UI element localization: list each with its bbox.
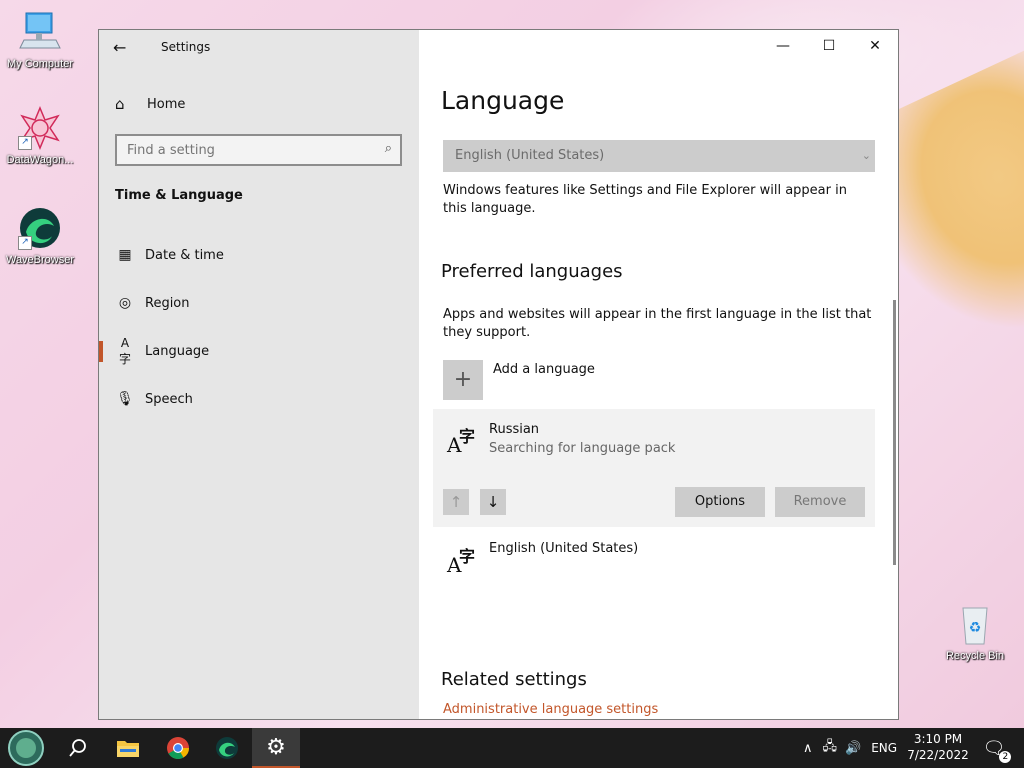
gear-icon: ⚙ [266,734,286,760]
sidebar-item-label: Speech [145,391,193,407]
taskbar-chrome[interactable] [154,728,202,768]
globe-icon: ◎ [118,295,132,311]
sidebar-item-speech[interactable]: 🎙 Speech [99,382,419,416]
notification-icon: 🗨 2 [983,738,1012,763]
desktop-icon-label: Recycle Bin [945,650,1005,662]
display-language-dropdown[interactable]: English (United States) ⌄ [443,140,875,172]
chevron-down-icon: ⌄ [861,149,871,162]
folder-icon [117,741,139,757]
sidebar-item-label: Home [147,96,186,112]
sidebar-item-language[interactable]: A字 Language [99,334,419,368]
desktop-icon-wavebrowser[interactable]: ↗ WaveBrowser [0,206,80,266]
shortcut-arrow-icon: ↗ [18,136,32,150]
language-indicator[interactable]: ENG [871,741,897,755]
shortcut-arrow-icon: ↗ [18,236,32,250]
plus-icon: + [443,360,483,400]
search-icon: ⌕ [384,141,392,156]
clock-date: 7/22/2022 [907,748,969,762]
recycle-bin-icon: ♻ [953,602,997,646]
computer-icon [18,10,62,54]
volume-icon[interactable]: 🔊 [845,741,861,756]
taskbar-file-explorer[interactable] [104,728,152,768]
desktop-icon-recycle-bin[interactable]: ♻ Recycle Bin [935,602,1015,662]
desktop-icon-my-computer[interactable]: My Computer [0,10,80,70]
preferred-languages-title: Preferred languages [441,261,623,282]
section-title: Time & Language [115,188,243,203]
svg-text:♻: ♻ [969,620,982,636]
chevron-up-icon[interactable]: ∧ [803,741,813,756]
calendar-clock-icon: ▦ [118,247,132,263]
language-name: Russian [489,422,540,437]
options-button[interactable]: Options [675,487,765,517]
chrome-icon [167,737,189,759]
desktop-icon-label: DataWagon... [6,154,74,166]
search-input[interactable] [117,136,369,164]
clock-time: 3:10 PM [913,732,963,746]
arrow-down-icon: ↓ [486,493,500,511]
network-icon[interactable]: 🖧 [823,737,838,759]
search-button[interactable] [54,728,102,768]
back-arrow-icon[interactable]: ← [113,38,135,57]
sidebar-item-label: Region [145,295,190,311]
taskbar-wavebrowser[interactable] [203,728,251,768]
display-language-description: Windows features like Settings and File … [443,183,847,216]
notification-badge: 2 [999,750,1012,763]
taskbar: ⚙ ∧ 🖧 🔊 ENG 3:10 PM 7/22/2022 🗨 2 [0,728,1024,768]
sidebar-item-date-time[interactable]: ▦ Date & time [99,238,419,272]
action-center-button[interactable]: 🗨 2 [970,728,1018,768]
arrow-up-icon: ↑ [449,493,463,511]
start-button[interactable] [2,728,50,768]
search-box[interactable]: ⌕ [115,134,402,166]
desktop-icon-datawagon[interactable]: ↗ DataWagon... [0,106,80,166]
language-icon: A字 [447,547,476,577]
sidebar-item-label: Date & time [145,247,224,263]
dropdown-value: English (United States) [455,148,605,163]
language-item-english[interactable]: English (United States) [489,541,638,556]
close-button[interactable]: ✕ [852,30,898,62]
wavebrowser-icon [216,737,238,759]
main-content: — ☐ ✕ Language English (United States) ⌄… [419,30,898,719]
clock[interactable]: 3:10 PM 7/22/2022 [906,731,970,763]
system-tray: ∧ 🖧 🔊 ENG [803,728,897,768]
desktop-icon-label: WaveBrowser [5,254,75,266]
taskbar-settings[interactable]: ⚙ [252,728,300,768]
settings-window: ← Settings ⌂ Home ⌕ Time & Language ▦ Da… [98,29,899,720]
wavebrowser-icon: ↗ [18,206,62,250]
move-up-button[interactable]: ↑ [443,489,469,515]
page-title: Language [441,86,565,115]
desktop-icon-label: My Computer [6,58,74,70]
sidebar-item-region[interactable]: ◎ Region [99,286,419,320]
minimize-button[interactable]: — [760,30,806,62]
language-icon: A字 [447,427,476,457]
language-status: Searching for language pack [489,441,676,456]
window-title: Settings [161,40,211,54]
start-orb-icon [8,730,44,766]
sidebar-item-home[interactable]: ⌂ Home [115,94,185,114]
move-down-button[interactable]: ↓ [480,489,506,515]
search-icon [69,739,86,757]
datawagon-icon: ↗ [18,106,62,150]
related-settings-title: Related settings [441,669,587,690]
language-item-russian[interactable]: A字 Russian Searching for language pack ↑… [433,409,875,527]
sidebar: ← Settings ⌂ Home ⌕ Time & Language ▦ Da… [99,30,419,719]
add-language-button[interactable]: + Add a language [443,360,595,400]
preferred-languages-description: Apps and websites will appear in the fir… [443,307,872,340]
add-language-label: Add a language [493,362,595,377]
language-icon: A字 [118,335,131,366]
remove-button[interactable]: Remove [775,487,865,517]
sidebar-item-label: Language [145,343,210,359]
maximize-button[interactable]: ☐ [806,30,852,62]
microphone-icon: 🎙 [116,391,134,407]
scrollbar[interactable] [893,300,896,565]
home-icon: ⌂ [115,95,125,113]
administrative-language-settings-link[interactable]: Administrative language settings [443,702,658,717]
